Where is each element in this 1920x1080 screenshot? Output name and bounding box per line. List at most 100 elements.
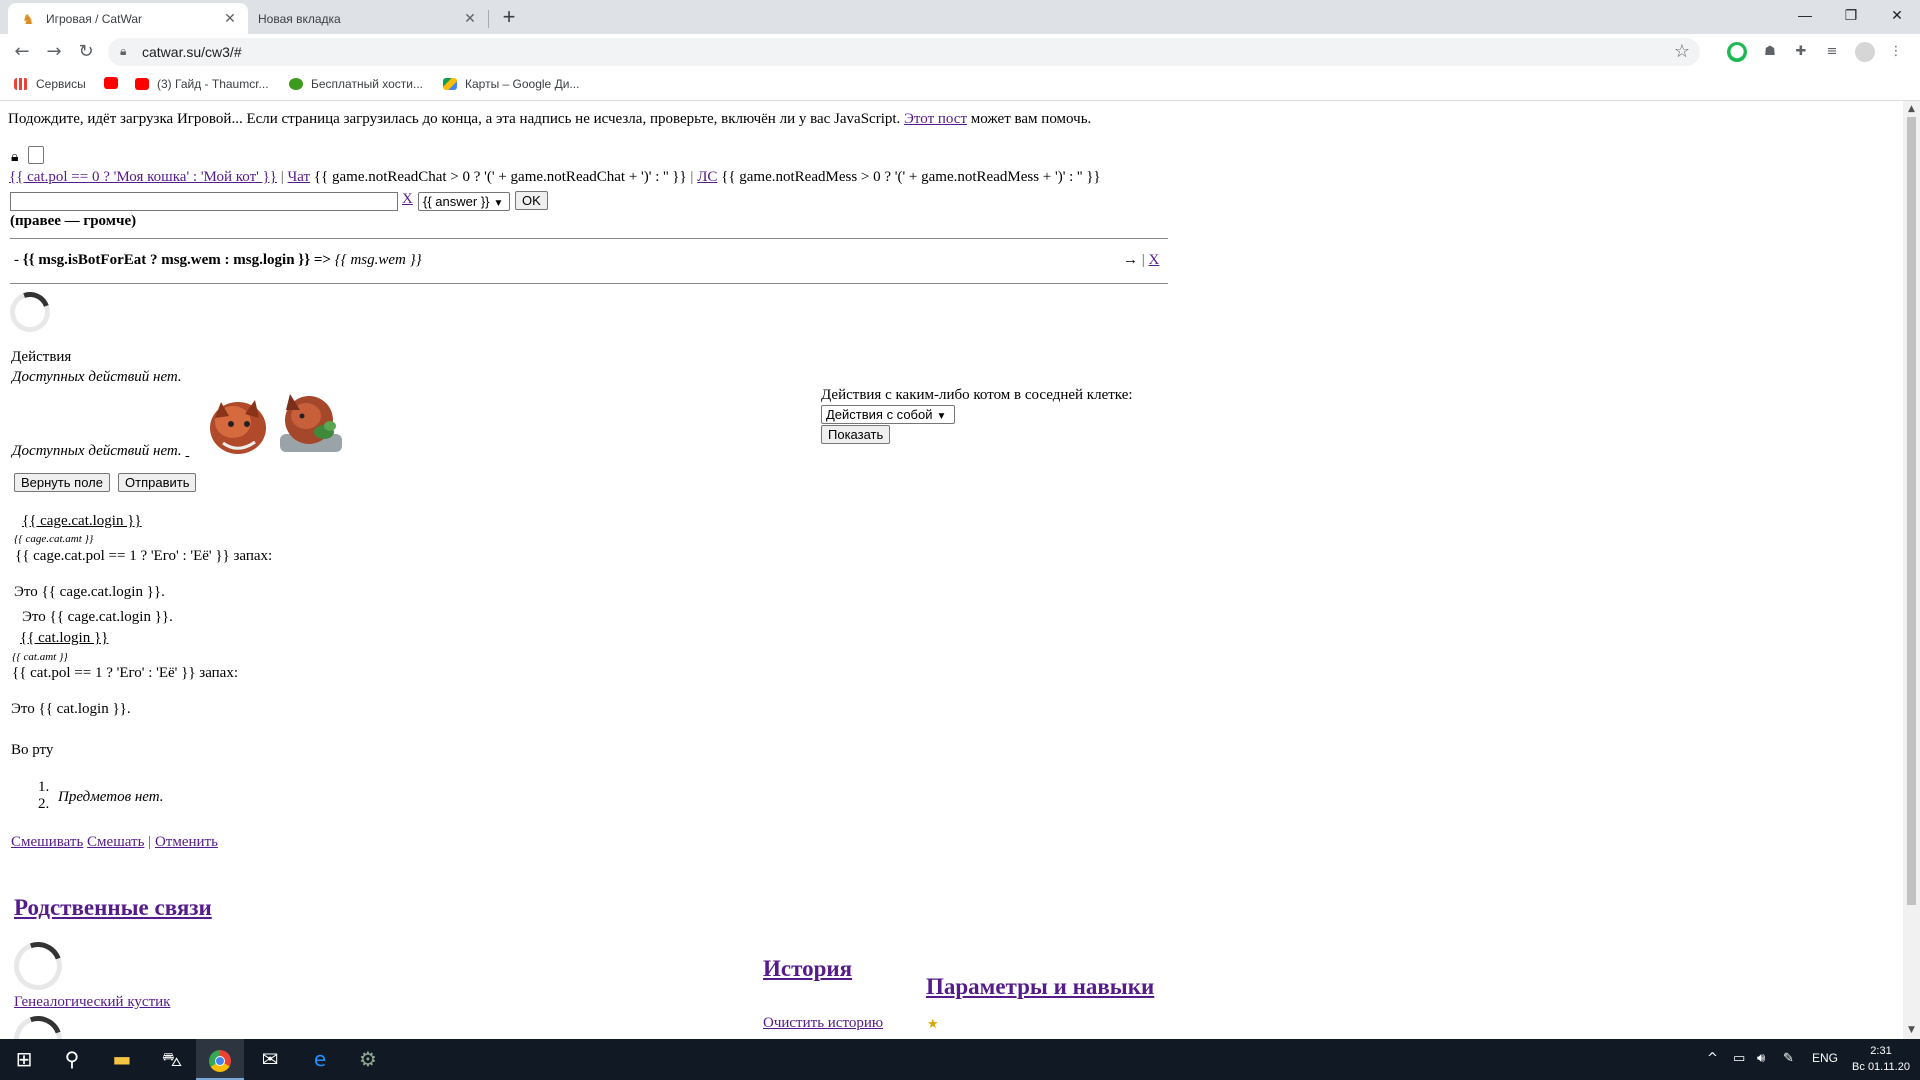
mix-controls: Смешивать Смешать | Отменить <box>11 834 218 851</box>
back-button[interactable]: ← <box>10 40 34 64</box>
tree-icon <box>289 78 303 90</box>
message-target: {{ msg.wem }} <box>334 252 422 268</box>
mix-separator: | <box>148 834 152 850</box>
tab-catwar[interactable]: ♞ Игровая / CatWar ✕ <box>8 3 248 34</box>
chat-link[interactable]: Чат <box>288 169 311 185</box>
bookmark-label: Карты – Google Ди... <box>465 77 580 91</box>
close-window-button[interactable]: ✕ <box>1874 0 1920 30</box>
bookmarks-bar: Сервисы (3) Гайд - Thaumcr... Бесплатный… <box>0 70 1920 101</box>
scroll-down-icon[interactable]: ▼ <box>1906 1025 1917 1035</box>
windows-taskbar: ⊞ ⚲ ▬ ⛍ ✉ e ⚙ ^ ▭ 🔊︎ ✎ ENG 2:31 Вс 01.11… <box>0 1039 1920 1080</box>
start-button[interactable]: ⊞ <box>0 1039 48 1080</box>
browser-toolbar: ← → ↻ 🔒︎ catwar.su/cw3/# ☆ ⬤ ☗ ✚ ≡ ⋮ <box>0 34 1920 70</box>
ok-button[interactable]: OK <box>515 191 548 210</box>
page-viewport: Подождите, идёт загрузка Игровой... Если… <box>0 101 1903 1039</box>
search-icon[interactable]: ⚲ <box>48 1039 96 1080</box>
bookmark-services[interactable]: Сервисы <box>14 77 86 91</box>
answer-select[interactable]: {{ answer }} ▼ <box>418 192 510 211</box>
lock-icon[interactable]: 🔒︎ <box>120 44 126 59</box>
mail-icon[interactable]: ✉ <box>246 1039 294 1080</box>
media-controls-icon[interactable]: ≡ <box>1822 42 1842 62</box>
loudness-hint: (правее — громче) <box>10 213 137 229</box>
minimize-button[interactable]: — <box>1782 0 1828 30</box>
close-tab-icon[interactable]: ✕ <box>460 10 480 27</box>
settings-gear-icon[interactable]: ⚙ <box>344 1039 392 1080</box>
answer-select-value: {{ answer }} <box>423 194 490 209</box>
lock-toggle-icon[interactable]: 🔒︎ <box>11 150 18 166</box>
cat-login-link[interactable]: {{ cat.login }} <box>20 630 108 647</box>
pen-icon[interactable]: ✎ <box>1783 1051 1794 1066</box>
extension-off-icon[interactable]: ☗ <box>1760 42 1780 62</box>
bookmark-label: (3) Гайд - Thaumcr... <box>157 77 269 91</box>
bookmark-youtube[interactable] <box>104 77 126 89</box>
mix-now-link[interactable]: Смешать <box>87 834 144 850</box>
reload-button[interactable]: ↻ <box>74 40 98 64</box>
bookmark-google-drive-maps[interactable]: Карты – Google Ди... <box>443 77 579 91</box>
loading-spinner-icon <box>3 285 57 339</box>
cage-cat-login-link[interactable]: {{ cage.cat.login }} <box>22 513 142 530</box>
tray-overflow-icon[interactable]: ^ <box>1707 1051 1718 1066</box>
cat-with-herbs-image[interactable] <box>276 386 346 456</box>
menu-separator: | <box>690 169 694 185</box>
chrome-taskbar-icon[interactable] <box>196 1039 244 1080</box>
help-post-link[interactable]: Этот пост <box>904 111 967 127</box>
neighbor-actions-label: Действия с каким-либо котом в соседней к… <box>821 387 1133 403</box>
extension-green-icon[interactable]: ⬤ <box>1727 42 1747 62</box>
cat-smell: {{ cat.pol == 1 ? 'Его' : 'Её' }} запах: <box>12 665 239 681</box>
url-text: catwar.su/cw3/# <box>142 44 242 60</box>
send-button[interactable]: Отправить <box>118 473 197 492</box>
address-bar[interactable]: 🔒︎ catwar.su/cw3/# ☆ <box>108 38 1700 66</box>
volume-icon[interactable]: 🔊︎ <box>1757 1051 1765 1066</box>
cat-description: Это {{ cat.login }}. <box>11 701 131 717</box>
cat-portrait-image[interactable] <box>203 388 273 458</box>
chevron-down-icon: ▼ <box>493 198 504 209</box>
chat-input[interactable] <box>10 192 398 211</box>
page-scrollbar[interactable]: ▲ ▼ <box>1903 101 1920 1039</box>
maximize-button[interactable]: ❐ <box>1828 0 1874 30</box>
no-actions-text-2: Доступных действий нет. <box>12 443 189 460</box>
neighbor-action-select[interactable]: Действия с собой ▼ <box>821 405 955 424</box>
show-button[interactable]: Показать <box>821 425 891 444</box>
clear-chat-input-link[interactable]: X <box>402 191 413 208</box>
clear-history-link[interactable]: Очистить историю <box>763 1015 883 1032</box>
chat-message-controls: → | X <box>1123 252 1159 269</box>
catwar-favicon-icon: ♞ <box>22 10 35 27</box>
bookmark-label: Бесплатный хости... <box>311 77 423 91</box>
return-field-button[interactable]: Вернуть поле <box>14 473 110 492</box>
new-tab-button[interactable]: + <box>496 5 522 31</box>
bookmark-thaumcraft-guide[interactable]: (3) Гайд - Thaumcr... <box>135 77 269 91</box>
history-heading-link[interactable]: История <box>763 956 852 982</box>
file-explorer-icon[interactable]: ▬ <box>98 1039 146 1080</box>
private-messages-link[interactable]: ЛС <box>697 169 717 185</box>
chat-divider-bottom <box>10 283 1168 284</box>
params-skills-heading-link[interactable]: Параметры и навыки <box>926 974 1154 1000</box>
edge-icon[interactable]: e <box>296 1039 344 1080</box>
mix-link[interactable]: Смешивать <box>11 834 83 850</box>
profile-avatar-icon[interactable] <box>1855 42 1875 62</box>
language-indicator[interactable]: ENG <box>1812 1051 1838 1065</box>
close-message-link[interactable]: X <box>1149 252 1160 268</box>
browser-tab-bar: ♞ Игровая / CatWar ✕ Новая вкладка ✕ + —… <box>0 0 1920 34</box>
forward-button[interactable]: → <box>42 40 66 64</box>
list-item-number: 2. <box>38 796 50 812</box>
bookmark-free-hosting[interactable]: Бесплатный хости... <box>289 77 423 91</box>
close-tab-icon[interactable]: ✕ <box>220 10 240 27</box>
relatives-heading-link[interactable]: Родственные связи <box>14 895 212 921</box>
family-tree-link[interactable]: Генеалогический кустик <box>14 994 170 1011</box>
my-cat-link[interactable]: {{ cat.pol == 0 ? 'Моя кошка' : 'Мой кот… <box>9 169 277 185</box>
message-prefix: - <box>14 252 19 268</box>
tab-new-tab[interactable]: Новая вкладка ✕ <box>248 3 488 34</box>
reply-arrow-icon[interactable]: → <box>1123 252 1138 268</box>
bookmark-star-icon[interactable]: ☆ <box>1674 41 1690 62</box>
menu-kebab-icon[interactable]: ⋮ <box>1886 42 1906 62</box>
system-clock[interactable]: 2:31 Вс 01.11.20 <box>1850 1043 1912 1075</box>
list-item-number: 1. <box>38 779 50 795</box>
scroll-up-icon[interactable]: ▲ <box>1906 104 1917 114</box>
store-icon[interactable]: ⛍ <box>148 1039 196 1080</box>
extensions-puzzle-icon[interactable]: ✚ <box>1791 42 1811 62</box>
network-icon[interactable]: ▭ <box>1733 1051 1745 1066</box>
toggle-checkbox[interactable] <box>28 146 44 164</box>
scrollbar-thumb[interactable] <box>1907 117 1916 905</box>
cancel-link[interactable]: Отменить <box>155 834 218 850</box>
apps-grid-icon <box>14 78 28 90</box>
